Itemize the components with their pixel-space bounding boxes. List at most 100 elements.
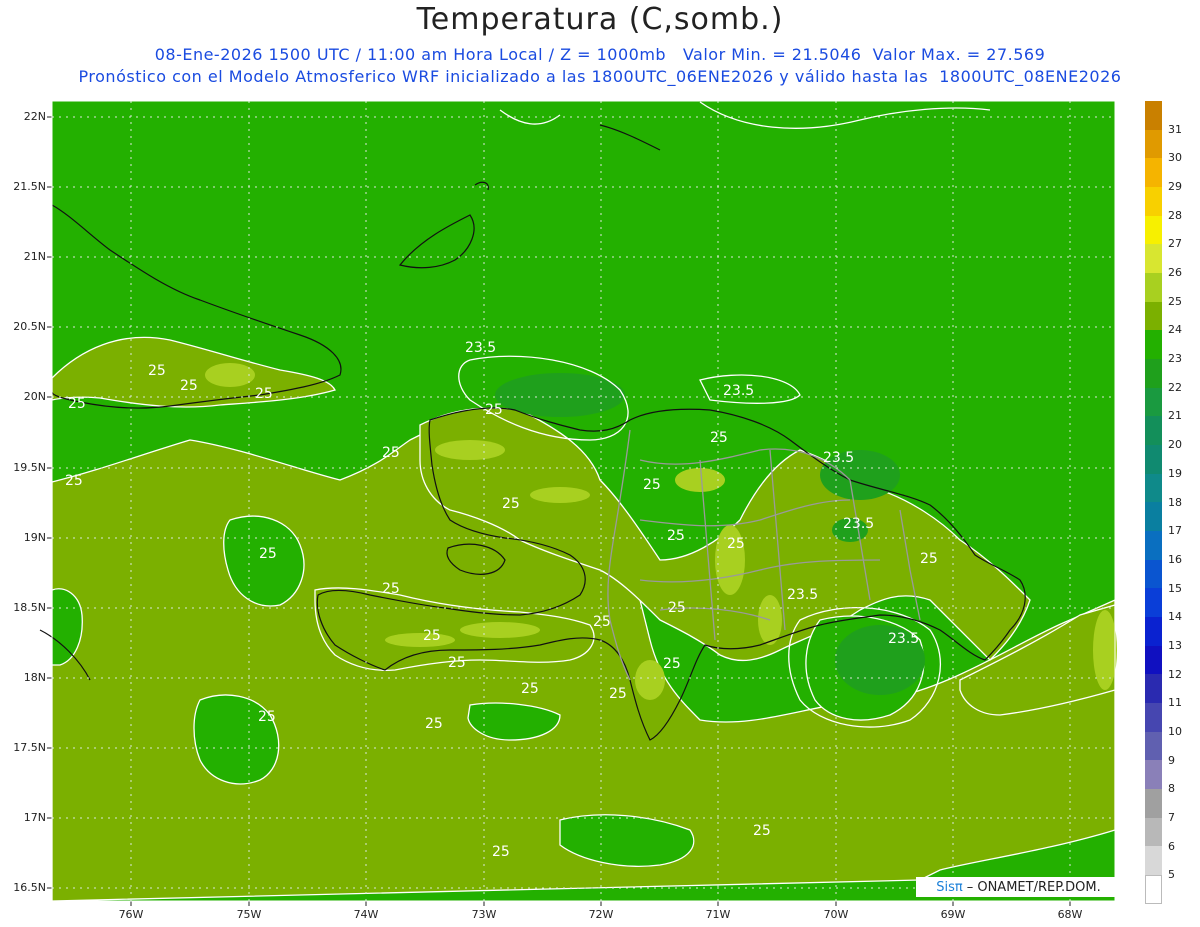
credit-text: – ONAMET/REP.DOM.: [966, 879, 1101, 895]
color-scale-swatch: [1145, 617, 1162, 646]
color-scale-swatch: [1145, 760, 1162, 790]
color-scale-swatch: [1145, 273, 1162, 302]
contour-label: 25: [593, 614, 611, 630]
contour-label: 25: [492, 844, 510, 860]
contour-label: 23.5: [723, 383, 754, 399]
contour-label: 25: [521, 681, 539, 697]
color-scale-label: 21: [1168, 409, 1182, 423]
contour-label: 25: [663, 656, 681, 672]
color-scale-swatch: [1145, 531, 1162, 560]
color-scale-label: 22: [1168, 380, 1182, 394]
color-scale-label: 23: [1168, 352, 1182, 366]
color-scale-swatch: [1145, 645, 1162, 675]
temperature-map: 23.5 23.5 23.5 23.5 23.5 23.5 25 25 25 2…: [39, 100, 1117, 906]
color-scale-swatch: [1145, 817, 1162, 847]
contour-label: 23.5: [843, 516, 874, 532]
color-scale-swatch: [1145, 588, 1162, 618]
lat-label: 18N: [23, 671, 46, 684]
color-scale-swatch: [1145, 244, 1162, 274]
lat-label: 22N: [23, 110, 46, 123]
color-scale-swatch: [1145, 359, 1162, 388]
color-scale-swatch: [1145, 387, 1162, 417]
color-scale-label: 10: [1168, 724, 1182, 738]
color-scale-label: 20: [1168, 438, 1182, 452]
color-scale-label: 13: [1168, 638, 1182, 652]
contour-label: 25: [643, 477, 661, 493]
contour-label: 25: [448, 655, 466, 671]
color-scale-swatch: [1145, 703, 1162, 732]
color-scale-swatch: [1145, 473, 1162, 503]
contour-label: 23.5: [888, 631, 919, 647]
lon-label: 76W: [118, 908, 144, 921]
color-scale-label: 14: [1168, 610, 1182, 624]
credit-brand: Sisπ: [936, 879, 963, 895]
lat-label: 16.5N: [13, 881, 46, 894]
color-scale-label: 17: [1168, 524, 1182, 538]
color-scale-label: 16: [1168, 552, 1182, 566]
contour-label: 25: [753, 823, 771, 839]
color-scale-swatch: [1145, 158, 1162, 188]
lat-label: 20N: [23, 390, 46, 403]
contour-label: 25: [425, 716, 443, 732]
color-scale-label: 6: [1168, 839, 1175, 853]
color-scale-swatch: [1145, 846, 1162, 876]
contour-label: 25: [609, 686, 627, 702]
color-scale-swatch: [1145, 445, 1162, 474]
contour-label: 23.5: [823, 450, 854, 466]
lat-label: 20.5N: [13, 320, 46, 333]
color-scale-swatch: [1145, 330, 1162, 360]
color-scale-label: 12: [1168, 667, 1182, 681]
color-scale-label: 5: [1168, 868, 1175, 882]
credit-box: Sisπ – ONAMET/REP.DOM.: [916, 877, 1121, 897]
color-scale-label: 28: [1168, 208, 1182, 222]
contour-label: 25: [255, 386, 273, 402]
lon-label: 72W: [588, 908, 614, 921]
contour-label: 25: [727, 536, 745, 552]
color-scale-swatch: [1145, 559, 1162, 589]
lon-label: 68W: [1057, 908, 1083, 921]
color-scale-swatch: [1145, 129, 1162, 159]
lon-label: 71W: [705, 908, 731, 921]
color-scale-swatch: [1145, 502, 1162, 532]
contour-label: 25: [68, 396, 86, 412]
color-scale-swatch: [1145, 416, 1162, 446]
color-scale-swatch: [1145, 187, 1162, 216]
lon-label: 69W: [940, 908, 966, 921]
color-scale-swatch: [1145, 789, 1162, 818]
lat-label: 21.5N: [13, 180, 46, 193]
contour-label: 25: [920, 551, 938, 567]
contour-label: 23.5: [465, 340, 496, 356]
contour-label: 25: [668, 600, 686, 616]
contour-label: 25: [180, 378, 198, 394]
lat-label: 17N: [23, 811, 46, 824]
contour-label: 25: [710, 430, 728, 446]
contour-label: 25: [423, 628, 441, 644]
color-scale-label: 26: [1168, 266, 1182, 280]
color-scale-swatch: [1145, 301, 1162, 331]
lon-label: 70W: [823, 908, 849, 921]
contour-label: 25: [502, 496, 520, 512]
color-scale-label: 29: [1168, 180, 1182, 194]
lat-label: 21N: [23, 250, 46, 263]
lat-label: 19N: [23, 531, 46, 544]
contour-label: 25: [259, 546, 277, 562]
lon-label: 73W: [471, 908, 497, 921]
color-scale-label: 11: [1168, 696, 1182, 710]
contour-label: 25: [667, 528, 685, 544]
contour-label: 25: [65, 473, 83, 489]
color-scale-label: 7: [1168, 810, 1175, 824]
color-scale-label: 25: [1168, 294, 1182, 308]
contour-label: 25: [382, 581, 400, 597]
contour-label: 25: [382, 445, 400, 461]
color-scale-bar: [1145, 101, 1162, 904]
color-scale-swatch: [1145, 215, 1162, 245]
contour-label: 25: [148, 363, 166, 379]
color-scale-label: 15: [1168, 581, 1182, 595]
lat-label: 19.5N: [13, 461, 46, 474]
color-scale-swatch: [1145, 674, 1162, 704]
color-scale-swatch: [1145, 101, 1162, 130]
color-scale-label: 19: [1168, 466, 1182, 480]
color-scale-label: 31: [1168, 122, 1182, 136]
color-scale-label: 30: [1168, 151, 1182, 165]
lon-label: 74W: [353, 908, 379, 921]
